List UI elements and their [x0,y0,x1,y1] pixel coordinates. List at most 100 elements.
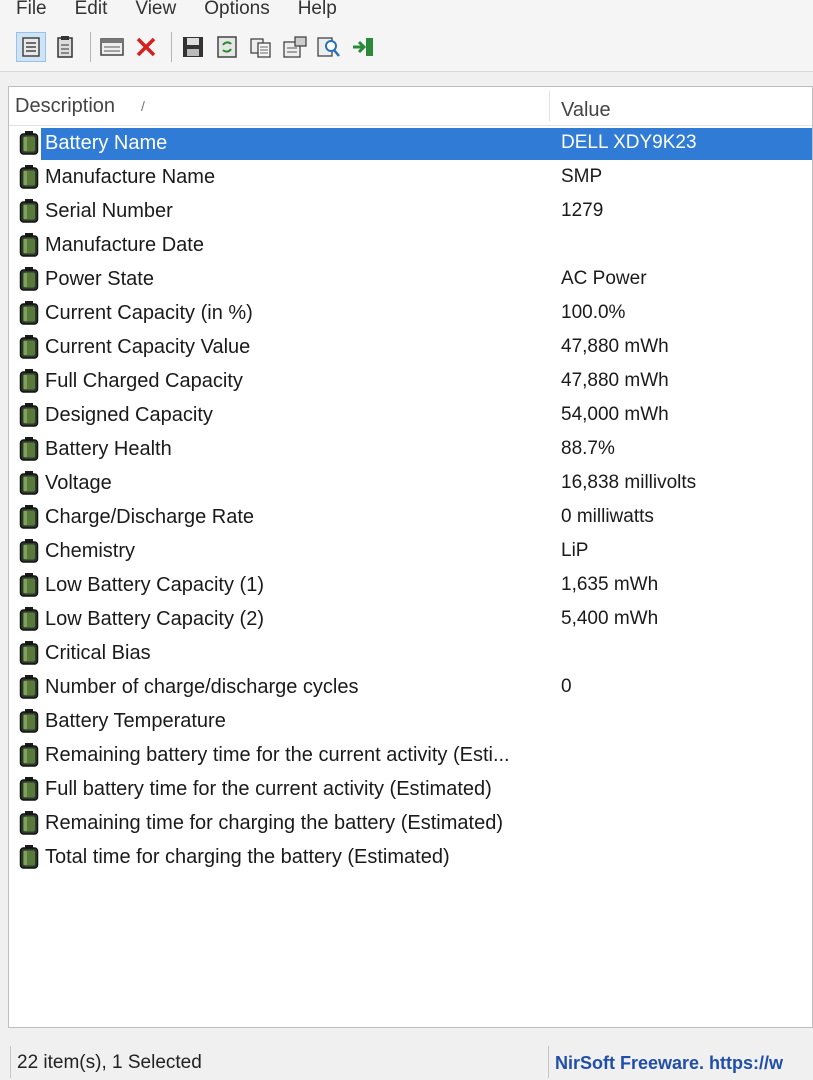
table-row[interactable]: Serial Number 1279 [9,194,812,228]
row-description: Charge/Discharge Rate [45,506,254,528]
column-header-description[interactable]: Description / [15,87,145,125]
row-description: Manufacture Name [45,166,216,188]
table-row[interactable]: Chemistry LiP [9,534,812,568]
row-description: Current Capacity Value [45,336,251,358]
menu-edit[interactable]: Edit [61,0,122,22]
table-row[interactable]: Critical Bias [9,636,812,670]
save-button[interactable] [178,32,208,62]
copy-icon [250,37,271,58]
menu-file[interactable]: File [0,0,61,22]
row-description: Serial Number [45,200,173,222]
column-header-value[interactable]: Value [561,87,611,129]
row-value: 100.0% [561,302,626,323]
row-value: 54,000 mWh [561,404,669,425]
window-icon [100,37,124,56]
column-header-value-label: Value [561,98,611,121]
find-button[interactable] [314,32,344,62]
row-value: LiP [561,540,589,561]
row-value: 88.7% [561,438,615,459]
properties-button[interactable] [97,32,127,62]
row-description: Remaining battery time for the current a… [45,744,510,766]
row-description: Chemistry [45,540,136,562]
menu-options[interactable]: Options [190,0,283,22]
battery-icon [19,675,39,705]
battery-icon [19,845,39,875]
status-credit-link[interactable]: NirSoft Freeware. https://w [548,1046,783,1078]
table-row[interactable]: Manufacture Name SMP [9,160,812,194]
table-row[interactable]: Remaining time for charging the battery … [9,806,812,840]
battery-icon [19,301,39,331]
status-bar: 22 item(s), 1 Selected NirSoft Freeware.… [0,1040,813,1080]
row-description: Number of charge/discharge cycles [45,676,359,698]
row-value: 5,400 mWh [561,608,659,629]
toolbar-separator [171,31,172,62]
row-description: Remaining time for charging the battery … [45,812,503,834]
column-header-description-label: Description [15,94,116,117]
row-description: Power State [45,268,154,290]
battery-icon [19,403,39,433]
row-description: Manufacture Date [45,234,204,256]
battery-icon [19,641,39,671]
exit-icon [353,37,373,56]
battery-icon [19,743,39,773]
battery-icon [19,165,39,195]
menu-help[interactable]: Help [284,0,351,22]
view-details-button[interactable] [16,31,46,62]
exit-button[interactable] [348,32,378,62]
table-row[interactable]: Current Capacity Value 47,880 mWh [9,330,812,364]
table-row[interactable]: Battery Health 88.7% [9,432,812,466]
table-row[interactable]: Charge/Discharge Rate 0 milliwatts [9,500,812,534]
battery-icon [19,709,39,739]
row-description: Full battery time for the current activi… [45,778,492,800]
battery-icon [19,369,39,399]
battery-info-list[interactable]: Description / Value Battery Name DELL XDY… [8,86,813,1028]
row-description: Voltage [45,472,112,494]
battery-icon [19,131,39,161]
row-description: Battery Name [45,132,168,154]
report-view-icon [57,35,73,58]
table-row[interactable]: Designed Capacity 54,000 mWh [9,398,812,432]
row-description: Battery Health [45,438,172,460]
battery-icon [19,607,39,637]
row-description: Full Charged Capacity [45,370,243,392]
toolbar-separator [90,31,91,62]
row-description: Battery Temperature [45,710,226,732]
battery-icon [19,777,39,807]
table-row[interactable]: Full battery time for the current activi… [9,772,812,806]
table-row[interactable]: Battery Temperature [9,704,812,738]
refresh-button[interactable] [212,32,242,62]
table-row[interactable]: Remaining battery time for the current a… [9,738,812,772]
row-description: Current Capacity (in %) [45,302,253,324]
table-row[interactable]: Low Battery Capacity (1) 1,635 mWh [9,568,812,602]
floppy-disk-icon [183,36,203,57]
view-report-button[interactable] [50,32,80,62]
row-value: 0 [561,676,572,697]
table-row[interactable]: Power State AC Power [9,262,812,296]
report-icon [283,35,307,58]
row-value: 1279 [561,200,604,221]
delete-button[interactable] [131,32,161,62]
row-value: 47,880 mWh [561,370,669,391]
battery-icon [19,539,39,569]
column-divider[interactable] [549,91,550,121]
table-row[interactable]: Low Battery Capacity (2) 5,400 mWh [9,602,812,636]
table-row[interactable]: Manufacture Date [9,228,812,262]
table-row[interactable]: Current Capacity (in %) 100.0% [9,296,812,330]
list-view-icon [22,36,40,57]
find-icon [317,36,340,57]
row-value: DELL XDY9K23 [561,132,697,153]
table-row[interactable]: Full Charged Capacity 47,880 mWh [9,364,812,398]
status-item-count: 22 item(s), 1 Selected [10,1046,202,1078]
red-x-icon [136,37,156,56]
html-report-button[interactable] [280,32,310,62]
row-value: AC Power [561,268,647,289]
menu-view[interactable]: View [121,0,190,22]
row-value: 0 milliwatts [561,506,654,527]
copy-button[interactable] [246,32,276,62]
table-row[interactable]: Number of charge/discharge cycles 0 [9,670,812,704]
row-description: Low Battery Capacity (1) [45,574,264,596]
table-row[interactable]: Voltage 16,838 millivolts [9,466,812,500]
row-value: 16,838 millivolts [561,472,697,493]
table-row[interactable]: Battery Name DELL XDY9K23 [9,126,812,160]
table-row[interactable]: Total time for charging the battery (Est… [9,840,812,874]
